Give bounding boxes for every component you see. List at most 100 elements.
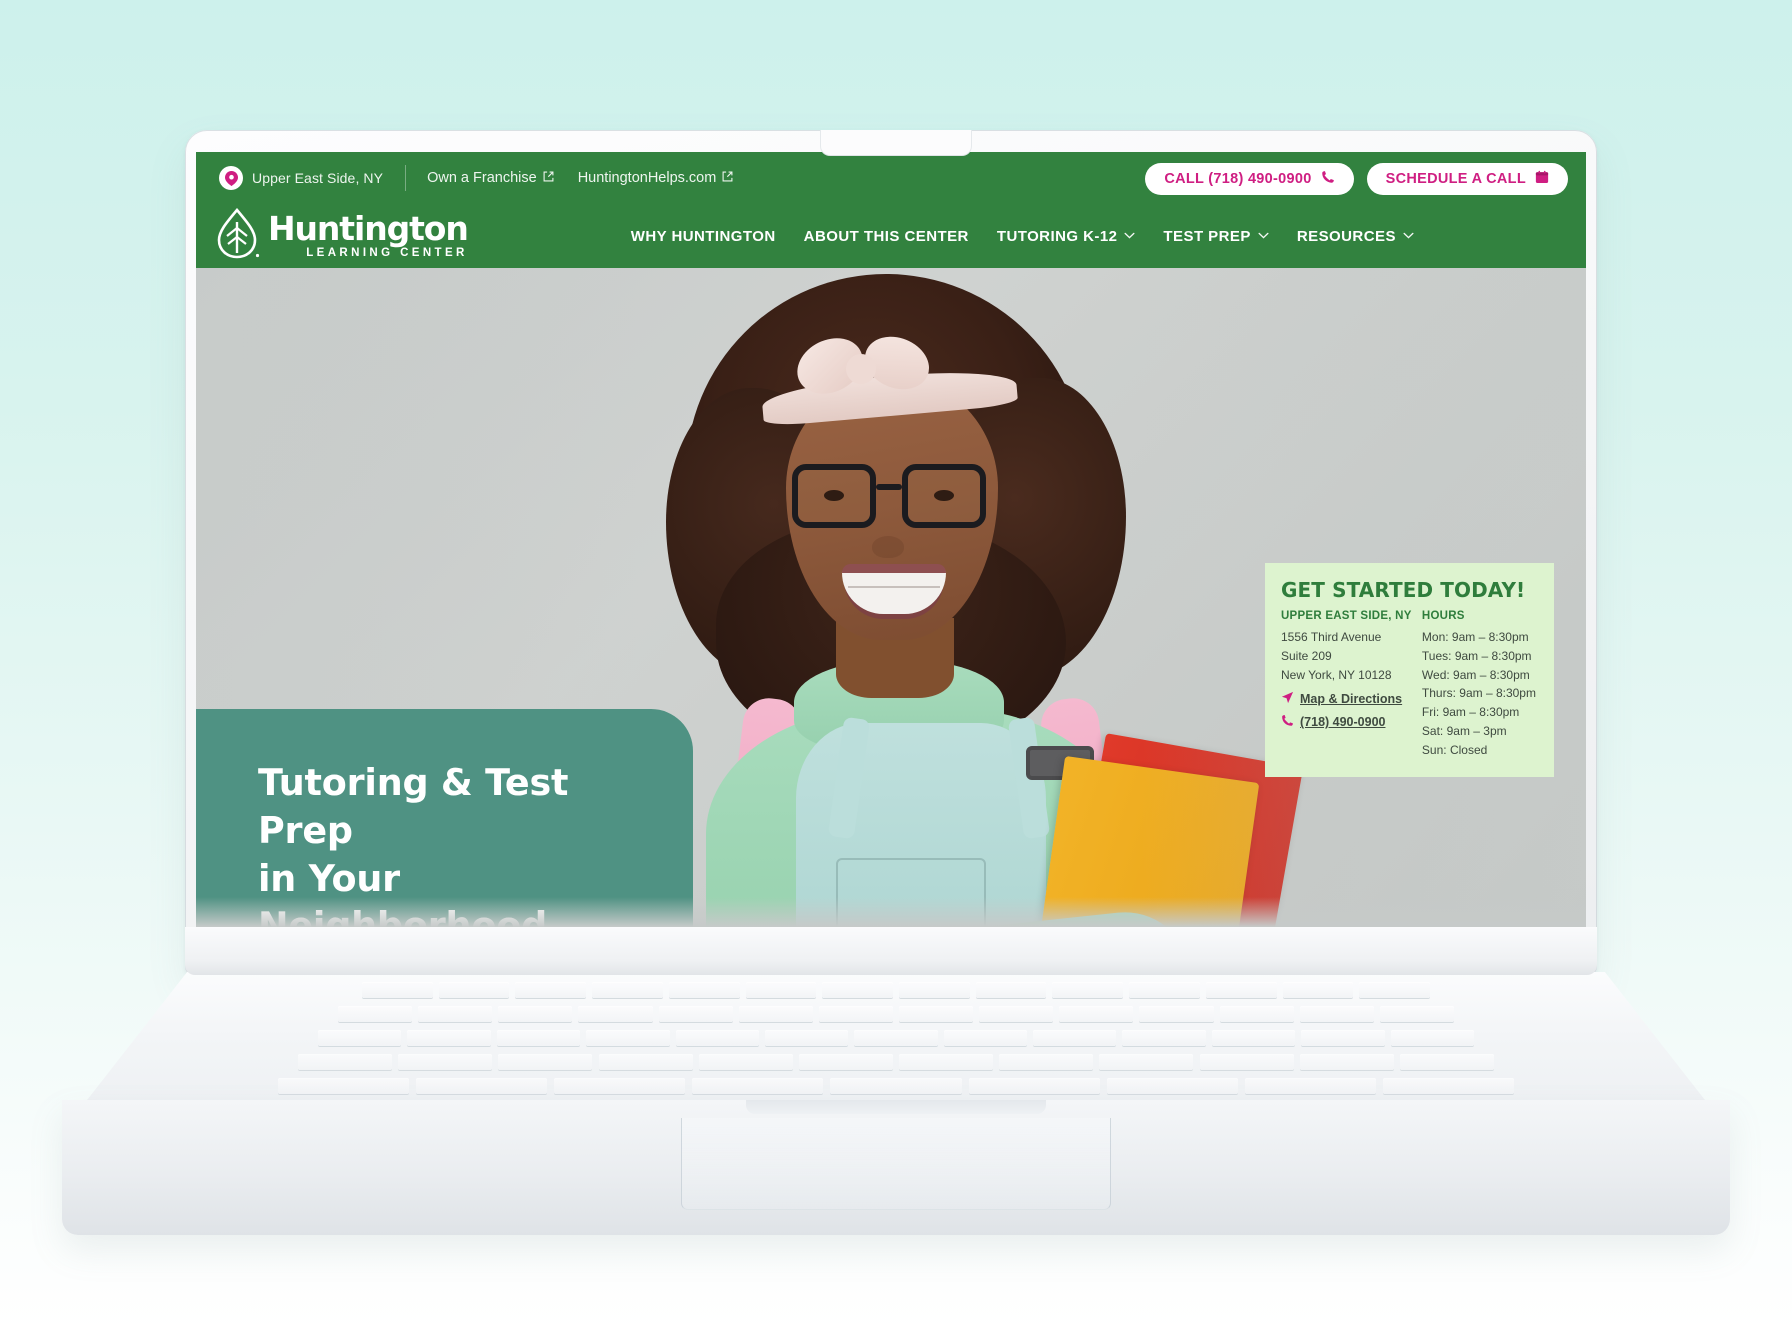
keyboard-key <box>764 1030 849 1046</box>
keyboard-key <box>1211 1030 1296 1046</box>
keyboard-key <box>554 1078 686 1094</box>
keyboard-key <box>1205 982 1277 998</box>
keyboard-key <box>1033 1030 1117 1046</box>
keyboard-key <box>438 982 510 998</box>
calendar-icon <box>1535 170 1549 188</box>
keyboard-row <box>62 1054 1730 1075</box>
call-button[interactable]: CALL (718) 490-0900 <box>1145 163 1354 195</box>
utility-top-bar: Upper East Side, NY Own a Franchise Hunt… <box>196 152 1586 204</box>
keyboard-key <box>999 1054 1094 1070</box>
keyboard-key <box>1282 982 1354 998</box>
keyboard-key <box>586 1030 670 1046</box>
info-card-location-heading: UPPER EAST SIDE, NY <box>1281 610 1412 622</box>
keyboard-key <box>830 1078 962 1094</box>
keyboard-key <box>1099 1054 1194 1070</box>
laptop-camera-notch <box>820 130 972 156</box>
leaf-tree-logo-icon <box>214 207 260 265</box>
keyboard-key <box>899 1054 994 1070</box>
keyboard-key <box>854 1030 938 1046</box>
keyboard-key <box>1301 1030 1385 1046</box>
hours-line: Sun: Closed <box>1421 742 1488 757</box>
keyboard-row <box>62 1006 1730 1027</box>
address-line: Suite 209 <box>1281 648 1332 663</box>
keyboard-key <box>318 1030 402 1046</box>
keyboard-key <box>1199 1054 1294 1070</box>
topbar-divider <box>405 165 407 191</box>
keyboard-key <box>1379 1006 1454 1022</box>
huntington-helps-link[interactable]: HuntingtonHelps.com <box>578 170 734 186</box>
keyboard-key <box>416 1078 548 1094</box>
hero-bottom-fade <box>196 897 1586 927</box>
nav-item-test-prep[interactable]: TEST PREP <box>1163 228 1269 245</box>
keyboard-key <box>498 1006 573 1022</box>
hero-copy-panel: Tutoring & Test Prep in Your Neighborhoo… <box>196 709 693 927</box>
laptop-hinge-notch <box>746 1100 1046 1114</box>
primary-nav: WHY HUNTINGTON ABOUT THIS CENTER TUTORIN… <box>631 228 1414 245</box>
keyboard-key <box>822 982 893 998</box>
map-and-directions-link[interactable]: Map & Directions <box>1281 691 1414 707</box>
keyboard-key <box>1052 982 1124 998</box>
keyboard-key <box>1219 1006 1294 1022</box>
external-link-icon <box>722 170 733 186</box>
keyboard-key <box>1244 1078 1376 1094</box>
nav-item-about-this-center[interactable]: ABOUT THIS CENTER <box>804 228 969 245</box>
card-phone-label: (718) 490-0900 <box>1300 715 1386 730</box>
nav-item-why-huntington[interactable]: WHY HUNTINGTON <box>631 228 776 245</box>
keyboard-key <box>1299 1006 1374 1022</box>
schedule-a-call-button[interactable]: SCHEDULE A CALL <box>1366 163 1568 195</box>
laptop-keyboard <box>62 976 1730 1104</box>
keyboard-key <box>278 1078 410 1094</box>
nav-label: WHY HUNTINGTON <box>630 227 776 245</box>
own-a-franchise-link[interactable]: Own a Franchise <box>427 170 554 186</box>
keyboard-key <box>979 1006 1054 1022</box>
hours-line: Tues: 9am – 8:30pm <box>1421 648 1532 663</box>
keyboard-key <box>1129 982 1200 998</box>
info-card-heading: GET STARTED TODAY! <box>1281 578 1526 602</box>
hero-section: Tutoring & Test Prep in Your Neighborhoo… <box>196 268 1586 927</box>
nav-label: ABOUT THIS CENTER <box>803 227 969 245</box>
keyboard-row <box>62 1078 1730 1099</box>
keyboard-key <box>745 982 817 998</box>
keyboard-key <box>1390 1030 1474 1046</box>
huntington-helps-label: HuntingtonHelps.com <box>577 170 717 186</box>
keyboard-key <box>975 982 1047 998</box>
keyboard-key <box>1299 1054 1394 1070</box>
map-link-label: Map & Directions <box>1300 692 1403 707</box>
main-navigation-bar: Huntington LEARNING CENTER WHY HUNTINGTO… <box>196 204 1586 268</box>
nav-label: RESOURCES <box>1296 227 1396 245</box>
keyboard-key <box>738 1006 813 1022</box>
keyboard-key <box>496 1030 581 1046</box>
keyboard-key <box>899 982 970 998</box>
keyboard-key <box>1399 1054 1494 1070</box>
keyboard-key <box>692 1078 824 1094</box>
keyboard-key <box>298 1054 393 1070</box>
keyboard-key <box>398 1054 493 1070</box>
map-pin-icon <box>219 166 243 190</box>
phone-icon <box>1281 714 1294 730</box>
hours-line: Mon: 9am – 8:30pm <box>1421 630 1529 644</box>
keyboard-row <box>62 1030 1730 1051</box>
phone-icon <box>1321 170 1335 188</box>
info-card-hours-column: HOURS Mon: 9am – 8:30pm Tues: 9am – 8:30… <box>1422 610 1538 760</box>
navigation-arrow-icon <box>1281 691 1294 707</box>
keyboard-row <box>62 982 1730 1003</box>
card-phone-link[interactable]: (718) 490-0900 <box>1281 714 1414 730</box>
keyboard-key <box>407 1030 491 1046</box>
keyboard-key <box>1122 1030 1206 1046</box>
info-card-hours-heading: HOURS <box>1421 610 1465 622</box>
external-link-icon <box>543 170 554 186</box>
laptop-screen: Upper East Side, NY Own a Franchise Hunt… <box>196 152 1586 927</box>
keyboard-key <box>1139 1006 1214 1022</box>
huntington-logo[interactable]: Huntington LEARNING CENTER <box>214 207 469 265</box>
nav-item-resources[interactable]: RESOURCES <box>1297 228 1414 245</box>
keyboard-key <box>818 1006 893 1022</box>
keyboard-key <box>362 982 433 998</box>
nav-item-tutoring-k12[interactable]: TUTORING K-12 <box>997 228 1136 245</box>
keyboard-key <box>668 982 740 998</box>
chevron-down-icon <box>1258 230 1269 242</box>
logo-wordmark: Huntington LEARNING CENTER <box>268 212 469 260</box>
keyboard-key <box>675 1030 759 1046</box>
keyboard-key <box>899 1006 974 1022</box>
topbar-left-group: Upper East Side, NY Own a Franchise Hunt… <box>219 165 757 191</box>
keyboard-key <box>578 1006 653 1022</box>
